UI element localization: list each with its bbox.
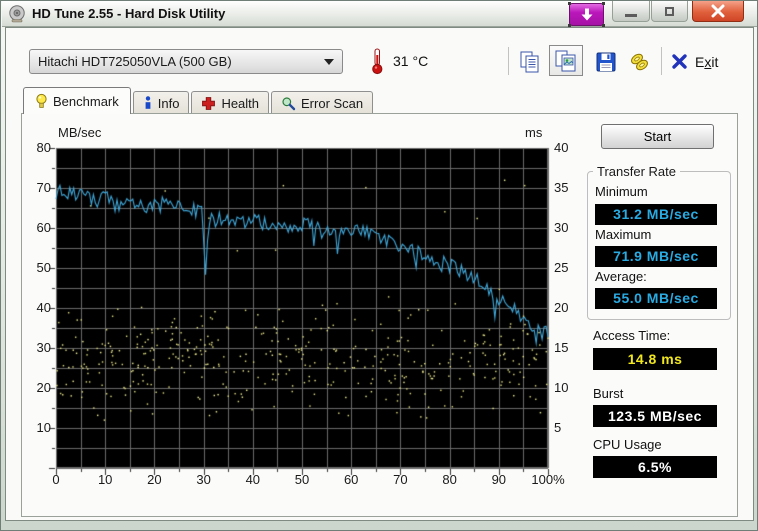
- tab-label: Health: [221, 95, 260, 111]
- tab-label: Info: [157, 95, 180, 111]
- drive-selector-value: Hitachi HDT725050VLA (500 GB): [38, 54, 232, 69]
- y-right-axis-label: ms: [525, 125, 543, 140]
- start-button[interactable]: Start: [601, 124, 714, 149]
- minimum-label: Minimum: [595, 184, 648, 199]
- x-tick-label: 90: [491, 472, 507, 487]
- y-right-tick-label: 20: [554, 300, 569, 315]
- access-time-value: 14.8 ms: [593, 348, 717, 370]
- y-left-tick-label: 10: [36, 420, 51, 435]
- copy-icon: [520, 51, 539, 72]
- maximize-button[interactable]: [651, 1, 688, 22]
- burst-value: 123.5 MB/sec: [593, 405, 717, 427]
- y-right-tick-label: 30: [554, 220, 569, 235]
- y-right-tick-label: 40: [554, 140, 569, 155]
- tab-label: Error Scan: [301, 95, 364, 111]
- tab-bar: Benchmark Info Health Error Scan: [23, 87, 374, 114]
- burst-label: Burst: [593, 386, 624, 401]
- selection-handle: [602, 2, 605, 5]
- cpu-usage-label: CPU Usage: [593, 437, 662, 452]
- info-icon: [145, 95, 151, 109]
- toolbar-separator: [508, 47, 509, 75]
- tab-label: Benchmark: [53, 93, 119, 109]
- tab-error-scan[interactable]: Error Scan: [271, 91, 374, 114]
- selection-handle: [568, 2, 571, 5]
- y-left-tick-label: 30: [36, 340, 51, 355]
- minimum-value: 31.2 MB/sec: [595, 204, 717, 225]
- save-button[interactable]: [591, 47, 621, 76]
- y-right-tick-label: 15: [554, 340, 569, 355]
- y-left-tick-label: 80: [36, 140, 51, 155]
- average-label: Average:: [595, 269, 647, 284]
- minimize-icon: [625, 13, 637, 17]
- y-right-tick-label: 5: [554, 420, 562, 435]
- y-left-tick-label: 60: [36, 220, 51, 235]
- exit-label: Exit: [695, 53, 719, 70]
- x-tick-label: 40: [245, 472, 261, 487]
- download-arrow-capture-button[interactable]: [568, 2, 605, 27]
- y-right-tick-label: 35: [554, 180, 569, 195]
- close-button[interactable]: [692, 1, 744, 22]
- dropdown-arrow-icon: [324, 58, 334, 65]
- exit-x-icon: [672, 54, 687, 69]
- x-tick-label: 0: [52, 472, 60, 487]
- x-tick-label: 60: [343, 472, 359, 487]
- x-tick-label: 50: [294, 472, 310, 487]
- x-tick-label: 10: [97, 472, 113, 487]
- tab-health[interactable]: Health: [191, 91, 270, 114]
- magnifier-icon: [282, 96, 296, 110]
- hard-disk-app-icon: [8, 5, 26, 23]
- lightbulb-icon: [36, 93, 47, 108]
- y-right-tick-label: 10: [554, 380, 569, 395]
- window-title: HD Tune 2.55 - Hard Disk Utility: [32, 6, 226, 21]
- options-icon: [631, 53, 648, 70]
- benchmark-chart: [46, 141, 556, 481]
- y-left-tick-label: 50: [36, 260, 51, 275]
- y-left-tick-label: 70: [36, 180, 51, 195]
- exit-button[interactable]: Exit: [671, 47, 718, 76]
- maximum-label: Maximum: [595, 227, 652, 242]
- app-window: HD Tune 2.55 - Hard Disk Utility Hitachi: [0, 0, 758, 531]
- maximum-value: 71.9 MB/sec: [595, 246, 717, 267]
- tab-info[interactable]: Info: [132, 91, 190, 114]
- maximize-icon: [665, 6, 674, 16]
- average-value: 55.0 MB/sec: [595, 288, 717, 309]
- y-left-tick-label: 40: [36, 300, 51, 315]
- toolbar-separator: [661, 47, 662, 75]
- y-right-tick-label: 25: [554, 260, 569, 275]
- thermometer-icon: [369, 48, 385, 75]
- y-left-axis-label: MB/sec: [58, 125, 102, 140]
- drive-selector-dropdown[interactable]: Hitachi HDT725050VLA (500 GB): [29, 49, 343, 74]
- x-tick-label: 30: [196, 472, 211, 487]
- copy-button[interactable]: [515, 47, 545, 76]
- temperature-value: 31 °C: [393, 53, 429, 69]
- title-bar: HD Tune 2.55 - Hard Disk Utility: [2, 1, 757, 27]
- minimize-button[interactable]: [612, 1, 650, 22]
- cpu-usage-value: 6.5%: [593, 456, 717, 478]
- copy-screenshot-button[interactable]: [549, 45, 583, 76]
- options-button[interactable]: [625, 47, 655, 76]
- x-tick-label: 20: [147, 472, 162, 487]
- x-tick-label: 100%: [531, 472, 565, 487]
- access-time-label: Access Time:: [593, 328, 671, 343]
- y-left-tick-label: 20: [36, 380, 51, 395]
- tab-benchmark[interactable]: Benchmark: [23, 87, 131, 114]
- save-icon: [596, 52, 616, 71]
- copy-screenshot-icon: [555, 50, 576, 71]
- close-icon: [711, 4, 725, 18]
- download-arrow-icon: [581, 8, 592, 20]
- transfer-rate-group-label: Transfer Rate: [593, 164, 680, 179]
- red-cross-icon: [202, 96, 216, 110]
- x-tick-label: 80: [442, 472, 457, 487]
- x-tick-label: 70: [393, 472, 408, 487]
